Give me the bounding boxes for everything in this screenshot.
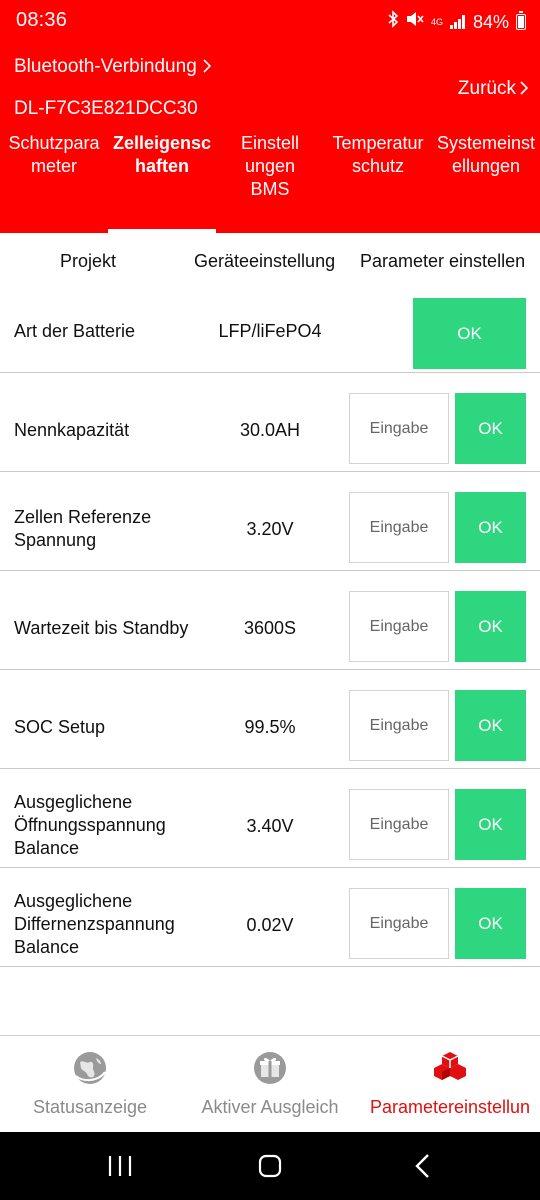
row-value: 3.20V — [246, 519, 294, 539]
back-button[interactable]: Zurück — [457, 78, 529, 100]
row-label: Art der Batterie — [14, 321, 136, 341]
bottom-navigation: Statusanzeige Aktiver Ausgleich Paramete… — [0, 1035, 540, 1132]
chevron-right-icon — [203, 57, 211, 78]
nav-statusanzeige[interactable]: Statusanzeige — [0, 1036, 180, 1133]
table-row-soc-setup: SOC Setup 99.5% OK — [0, 670, 540, 769]
value-input[interactable] — [349, 492, 449, 563]
row-value: 99.5% — [244, 717, 296, 737]
tab-label: Schutzpara — [8, 133, 100, 153]
column-header-set-parameter: Parameter einstellen — [360, 251, 526, 271]
row-value: 3600S — [243, 618, 297, 638]
table-row-cell-reference-voltage: Zellen Referenze Spannung 3.20V OK — [0, 472, 540, 571]
row-label: Nennkapazität — [14, 420, 130, 440]
back-label: Zurück — [457, 78, 516, 99]
value-input[interactable] — [349, 789, 449, 860]
tab-zelleigenschaften[interactable]: Zelleigensc haften — [108, 132, 216, 178]
tab-label: BMS — [250, 179, 290, 199]
tab-label: ungen — [244, 156, 296, 176]
value-input[interactable] — [349, 393, 449, 464]
tab-label: ellungen — [451, 156, 521, 176]
row-label-line: Ausgeglichene — [14, 891, 133, 911]
nav-aktiver-ausgleich[interactable]: Aktiver Ausgleich — [180, 1036, 360, 1133]
row-label-line: Öffnungsspannung — [14, 815, 166, 835]
row-label: Wartezeit bis Standby — [14, 618, 189, 638]
table-row-standby-wait-time: Wartezeit bis Standby 3600S OK — [0, 571, 540, 670]
cubes-icon — [432, 1050, 468, 1086]
battery-icon — [516, 11, 526, 30]
tab-einstellungen-bms[interactable]: Einstell ungen BMS — [216, 132, 324, 201]
nav-label: Aktiver Ausgleich — [201, 1097, 339, 1117]
nav-label: Statusanzeige — [32, 1097, 148, 1117]
tab-label: haften — [135, 156, 189, 176]
battery-percent: 84% — [472, 12, 509, 32]
tab-label: schutz — [351, 156, 405, 176]
tab-systemeinstellungen[interactable]: Systemeinst ellungen — [432, 132, 540, 178]
row-value: 0.02V — [246, 915, 294, 935]
tab-label: Einstell — [240, 133, 300, 153]
value-input[interactable] — [349, 591, 449, 662]
system-navigation-bar — [0, 1132, 540, 1200]
bluetooth-connection-link[interactable]: Bluetooth-Verbindung — [14, 56, 211, 78]
nav-label: Parametereinstellun — [369, 1097, 531, 1117]
home-icon[interactable] — [250, 1150, 290, 1182]
ok-button[interactable]: OK — [455, 690, 526, 761]
table-row-balance-difference-voltage: Ausgeglichene Differnenzspannung Balance… — [0, 868, 540, 967]
table-row-battery-type: Art der Batterie LFP/liFePO4 OK — [0, 291, 540, 373]
value-input[interactable] — [349, 690, 449, 761]
ok-button[interactable]: OK — [455, 393, 526, 464]
tab-bar: Schutzpara meter Zelleigensc haften Eins… — [0, 132, 540, 233]
device-id: DL-F7C3E821DCC30 — [14, 98, 198, 119]
ok-button[interactable]: OK — [413, 298, 526, 369]
tab-label: Systemeinst — [436, 133, 536, 153]
row-label-line: Spannung — [14, 530, 97, 550]
ok-button[interactable]: OK — [455, 789, 526, 860]
tab-temperaturschutz[interactable]: Temperatur schutz — [324, 132, 432, 178]
table-row-nominal-capacity: Nennkapazität 30.0AH OK — [0, 373, 540, 472]
row-label-line: Balance — [14, 937, 80, 957]
column-header-device-setting: Geräteeinstellung — [194, 251, 336, 271]
row-label: Ausgeglichene Differnenzspannung Balance — [14, 890, 175, 959]
ok-button[interactable]: OK — [455, 591, 526, 662]
row-label: Zellen Referenze Spannung — [14, 506, 151, 552]
globe-icon — [72, 1050, 108, 1086]
bluetooth-connection-label: Bluetooth-Verbindung — [14, 56, 197, 77]
table-row-balance-opening-voltage: Ausgeglichene Öffnungsspannung Balance 3… — [0, 769, 540, 868]
ok-button[interactable]: OK — [455, 888, 526, 959]
bluetooth-icon — [387, 10, 399, 34]
app-header: Bluetooth-Verbindung Zurück DL-F7C3E821D… — [0, 44, 540, 233]
back-nav-icon[interactable] — [402, 1150, 442, 1182]
tab-schutzparameter[interactable]: Schutzpara meter — [0, 132, 108, 178]
status-bar: 08:36 4G 84% — [0, 0, 540, 44]
tab-label: meter — [30, 156, 77, 176]
network-type: 4G — [430, 17, 443, 27]
value-input[interactable] — [349, 888, 449, 959]
status-time: 08:36 — [16, 9, 68, 31]
row-label-line: Ausgeglichene — [14, 792, 133, 812]
recent-apps-icon[interactable] — [100, 1150, 140, 1182]
row-value: 3.40V — [246, 816, 294, 836]
row-label-line: Differnenzspannung — [14, 914, 175, 934]
row-label-line: Zellen Referenze — [14, 507, 152, 527]
chevron-right-icon — [520, 79, 529, 100]
row-value: 30.0AH — [239, 420, 301, 440]
ok-button[interactable]: OK — [455, 492, 526, 563]
row-value: LFP/liFePO4 — [218, 321, 322, 341]
gift-icon — [252, 1050, 288, 1086]
status-icons: 4G 84% — [387, 10, 526, 34]
signal-icon — [449, 15, 466, 29]
row-label: SOC Setup — [14, 717, 106, 737]
mute-icon — [406, 11, 424, 33]
tab-label: Zelleigensc — [112, 133, 212, 153]
row-label-line: Balance — [14, 838, 80, 858]
table-header: Projekt Geräteeinstellung Parameter eins… — [0, 233, 540, 291]
tab-label: Temperatur — [332, 133, 424, 153]
nav-parametereinstellung[interactable]: Parametereinstellun — [360, 1036, 540, 1133]
row-label: Ausgeglichene Öffnungsspannung Balance — [14, 791, 166, 860]
column-header-project: Projekt — [60, 251, 117, 271]
